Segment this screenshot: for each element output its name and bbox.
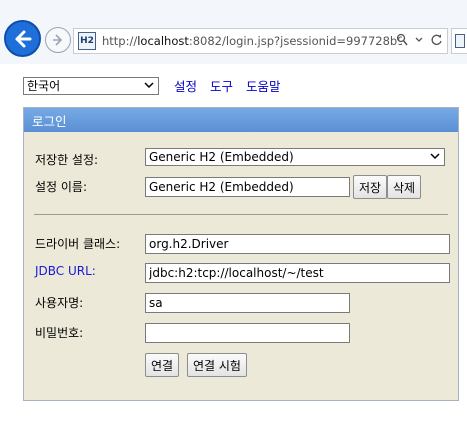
refresh-icon[interactable] (430, 33, 443, 47)
setting-name-label: 설정 이름: (35, 180, 88, 194)
address-bar[interactable]: H2 http://localhost:8082/login.jsp?jsess… (73, 28, 448, 54)
url-prefix: http:// (102, 34, 138, 48)
username-input[interactable] (145, 293, 350, 313)
jdbc-url-input[interactable] (145, 263, 450, 283)
settings-link[interactable]: 설정 (174, 76, 197, 95)
saved-settings-value: Generic H2 (Embedded) (149, 150, 294, 164)
driver-class-label: 드라이버 클래스: (35, 237, 121, 251)
login-title: 로그인 (24, 108, 458, 132)
back-button[interactable] (4, 20, 41, 57)
tools-link[interactable]: 도구 (210, 76, 233, 95)
arrow-right-icon (53, 34, 63, 46)
language-value: 한국어 (27, 79, 61, 93)
jdbc-url-label: JDBC URL: (35, 264, 96, 278)
new-tab-edge[interactable] (451, 28, 467, 54)
password-label: 비밀번호: (35, 326, 84, 340)
saved-settings-label: 저장한 설정: (35, 153, 99, 167)
driver-class-input[interactable] (145, 234, 450, 254)
save-button[interactable]: 저장 (353, 175, 388, 199)
help-link[interactable]: 도움말 (246, 76, 281, 95)
arrow-left-icon (15, 30, 31, 47)
setting-name-input[interactable] (145, 177, 350, 197)
divider (34, 214, 448, 215)
delete-button[interactable]: 삭제 (387, 175, 422, 199)
chevron-down-icon[interactable] (414, 33, 424, 47)
tab-favicon-icon (454, 34, 465, 48)
chevron-down-icon (144, 81, 154, 88)
saved-settings-select[interactable]: Generic H2 (Embedded) (145, 148, 445, 166)
chevron-down-icon (430, 153, 440, 160)
connect-button[interactable]: 연결 (145, 353, 180, 377)
password-input[interactable] (145, 323, 350, 343)
forward-button[interactable] (45, 27, 71, 53)
url-host: localhost (137, 34, 189, 48)
browser-toolbar: H2 http://localhost:8082/login.jsp?jsess… (0, 0, 467, 64)
search-icon[interactable] (396, 33, 408, 47)
test-connection-button[interactable]: 연결 시험 (187, 353, 247, 377)
url-text[interactable]: http://localhost:8082/login.jsp?jsession… (102, 34, 402, 48)
login-panel: 로그인 저장한 설정: Generic H2 (Embedded) 설정 이름:… (23, 107, 459, 401)
url-rest: :8082/login.jsp?jsessionid=997728b941 (188, 34, 402, 48)
username-label: 사용자명: (35, 296, 84, 310)
favicon: H2 (78, 32, 96, 50)
language-select[interactable]: 한국어 (23, 76, 159, 95)
top-navigation: 한국어 설정 도구 도움말 (23, 76, 281, 95)
